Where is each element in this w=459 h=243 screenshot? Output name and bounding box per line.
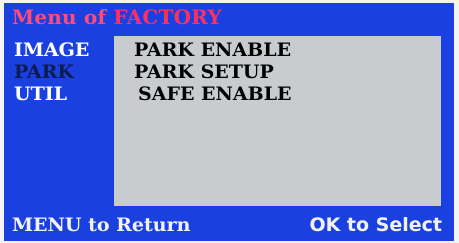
menu-title-name: FACTORY: [113, 5, 222, 29]
sidebar-item-image[interactable]: IMAGE: [14, 39, 114, 61]
footer-return-hint: MENU to Return: [12, 214, 191, 236]
footer-select-hint: OK to Select: [309, 214, 442, 236]
sidebar-item-park[interactable]: PARK: [14, 61, 114, 83]
sidebar-item-util[interactable]: UTIL: [14, 83, 114, 105]
option-park-enable[interactable]: PARK ENABLE: [134, 39, 291, 61]
menu-title-prefix: Menu of: [12, 5, 114, 29]
option-park-setup[interactable]: PARK SETUP: [134, 61, 274, 83]
options-panel: PARK ENABLE PARK SETUP SAFE ENABLE: [114, 36, 441, 206]
osd-menu-screen: Menu of FACTORY IMAGE PARK UTIL PARK ENA…: [4, 3, 454, 241]
option-safe-enable[interactable]: SAFE ENABLE: [138, 83, 292, 105]
menu-title: Menu of FACTORY: [12, 5, 222, 29]
category-sidebar: IMAGE PARK UTIL: [14, 39, 114, 105]
